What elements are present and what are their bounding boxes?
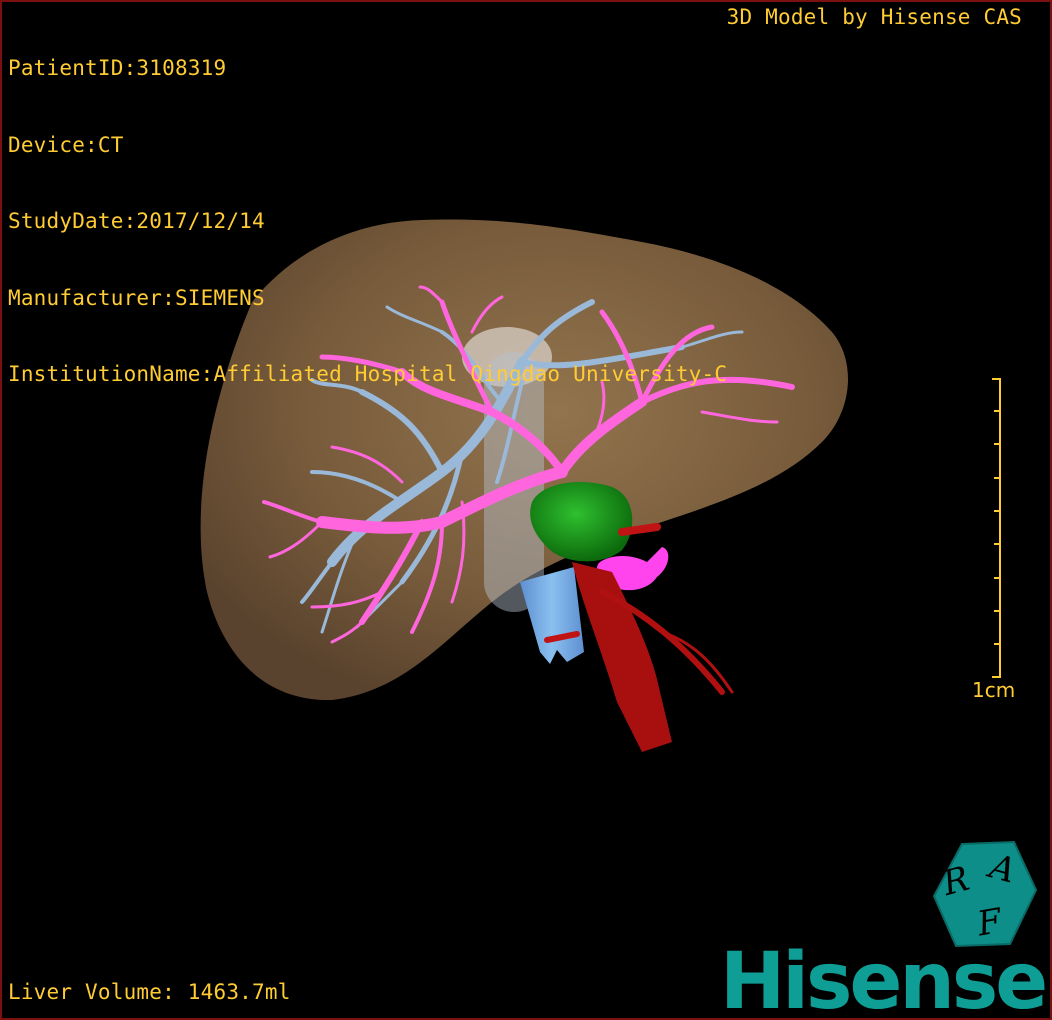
patient-info: PatientID:3108319 Device:CT StudyDate:20… [8, 5, 727, 439]
liver-volume-label: Liver Volume: 1463.7ml [8, 980, 291, 1004]
study-date-label: StudyDate:2017/12/14 [8, 209, 265, 233]
hisense-logo: Hisense [720, 937, 1048, 1020]
scale-label: 1cm [972, 678, 1016, 702]
scale-ruler-icon [992, 378, 1001, 678]
model-credit: 3D Model by Hisense CAS [726, 5, 1022, 29]
device-label: Device:CT [8, 132, 124, 157]
manufacturer-label: Manufacturer:SIEMENS [8, 285, 265, 310]
institution-label: InstitutionName:Affiliated Hospital Qing… [8, 362, 728, 386]
patient-id-label: PatientID:3108319 [8, 56, 227, 80]
3d-viewport[interactable]: PatientID:3108319 Device:CT StudyDate:20… [0, 0, 1052, 1020]
raf-hexagon-icon: R A F [932, 840, 1038, 948]
